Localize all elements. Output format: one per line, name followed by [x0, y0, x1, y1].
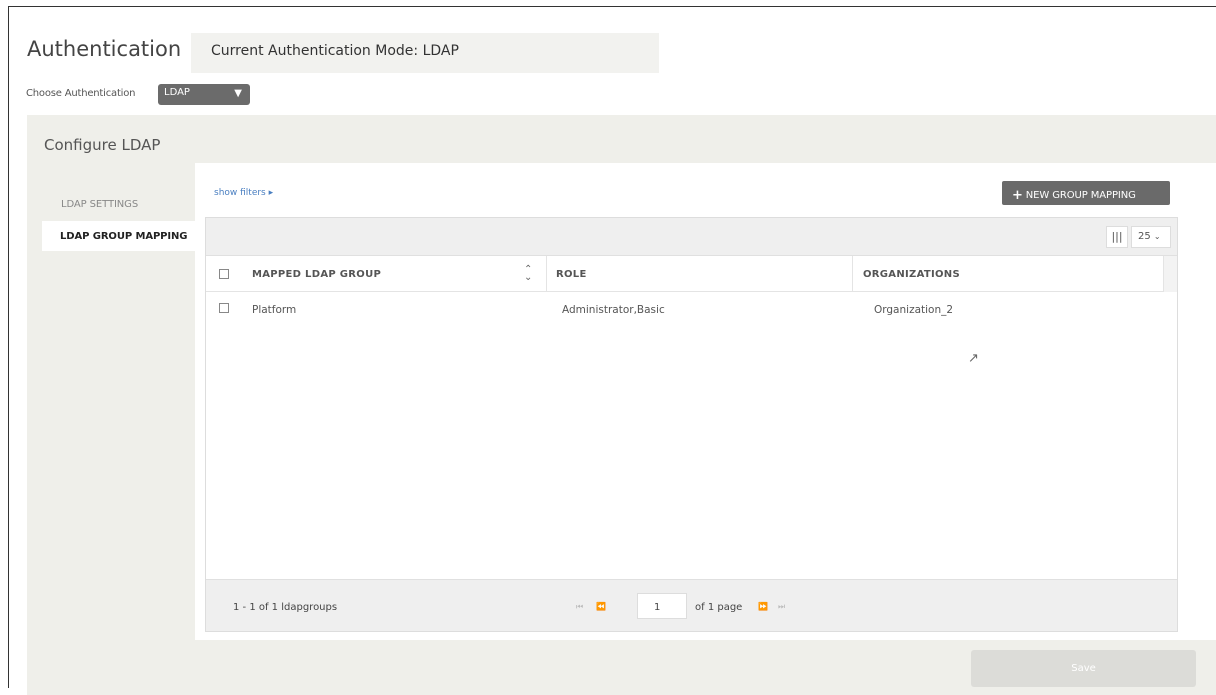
page-title: Authentication — [27, 37, 182, 61]
caret-down-icon: ▼ — [234, 88, 242, 99]
app-window: Authentication Current Authentication Mo… — [8, 6, 1216, 695]
group-mapping-content: show filters ▸ + NEW GROUP MAPPING ||| 25… — [195, 163, 1216, 640]
grid-header-row: MAPPED LDAP GROUP ⌃ ⌄ ROLE ORGANIZATIONS — [206, 256, 1177, 292]
first-page-icon[interactable]: ⏮ — [576, 602, 583, 612]
page-size-select[interactable]: 25 ⌄ — [1131, 226, 1171, 248]
configure-ldap-panel: Configure LDAP LDAP SETTINGS LDAP GROUP … — [27, 115, 1216, 695]
choose-authentication-label: Choose Authentication — [26, 88, 136, 99]
page-number-value: 1 — [654, 602, 661, 613]
new-group-mapping-label: NEW GROUP MAPPING — [1025, 190, 1136, 201]
grid-footer: 1 - 1 of 1 ldapgroups ⏮ ⏪ 1 of 1 page ⏩ … — [206, 579, 1177, 631]
show-filters-link[interactable]: show filters ▸ — [214, 188, 273, 198]
group-mapping-grid: ||| 25 ⌄ MAPPED LDAP GROUP ⌃ ⌄ ROLE ORGAN… — [205, 217, 1178, 632]
authentication-select[interactable]: LDAP ▼ — [158, 84, 250, 105]
page-number-input[interactable]: 1 — [637, 593, 687, 619]
authentication-select-value: LDAP — [164, 87, 190, 98]
column-header-role[interactable]: ROLE — [556, 269, 587, 280]
column-divider — [852, 256, 853, 292]
nav-ldap-group-mapping-label: LDAP GROUP MAPPING — [60, 231, 188, 242]
plus-icon: + — [1012, 188, 1023, 203]
grid-toolbar: ||| 25 ⌄ — [206, 218, 1177, 256]
page-of-text: of 1 page — [695, 602, 743, 613]
record-count: 1 - 1 of 1 ldapgroups — [233, 602, 338, 613]
column-header-organizations[interactable]: ORGANIZATIONS — [863, 269, 960, 280]
chevron-down-icon: ⌄ — [1153, 232, 1161, 241]
current-mode-banner: Current Authentication Mode: LDAP — [191, 33, 659, 73]
cell-role: Administrator,Basic — [562, 304, 665, 316]
cell-mapped-ldap-group: Platform — [252, 304, 297, 316]
table-row[interactable]: Platform Administrator,Basic Organizatio… — [206, 292, 1177, 324]
nav-ldap-group-mapping[interactable]: LDAP GROUP MAPPING — [42, 221, 197, 251]
select-all-checkbox[interactable] — [219, 269, 229, 279]
page-size-value: 25 — [1138, 231, 1151, 242]
save-button[interactable]: Save — [971, 650, 1196, 687]
configure-ldap-title: Configure LDAP — [44, 136, 161, 154]
cell-organizations: Organization_2 — [874, 304, 954, 316]
mouse-cursor-icon: ↗ — [968, 351, 979, 366]
next-page-icon[interactable]: ⏩ — [758, 602, 768, 611]
row-checkbox[interactable] — [219, 303, 229, 313]
nav-ldap-settings-label: LDAP SETTINGS — [61, 199, 139, 210]
nav-ldap-settings[interactable]: LDAP SETTINGS — [42, 189, 197, 219]
new-group-mapping-button[interactable]: + NEW GROUP MAPPING — [1002, 181, 1170, 205]
column-divider — [546, 256, 547, 292]
last-page-icon[interactable]: ⏭ — [778, 602, 785, 612]
sort-icon[interactable]: ⌃ ⌄ — [524, 265, 532, 283]
current-mode-text: Current Authentication Mode: LDAP — [211, 43, 459, 59]
column-header-mapped-ldap-group[interactable]: MAPPED LDAP GROUP — [252, 269, 381, 280]
columns-icon[interactable]: ||| — [1106, 226, 1128, 248]
previous-page-icon[interactable]: ⏪ — [596, 602, 606, 611]
header-scrollbar-gutter — [1163, 256, 1177, 292]
